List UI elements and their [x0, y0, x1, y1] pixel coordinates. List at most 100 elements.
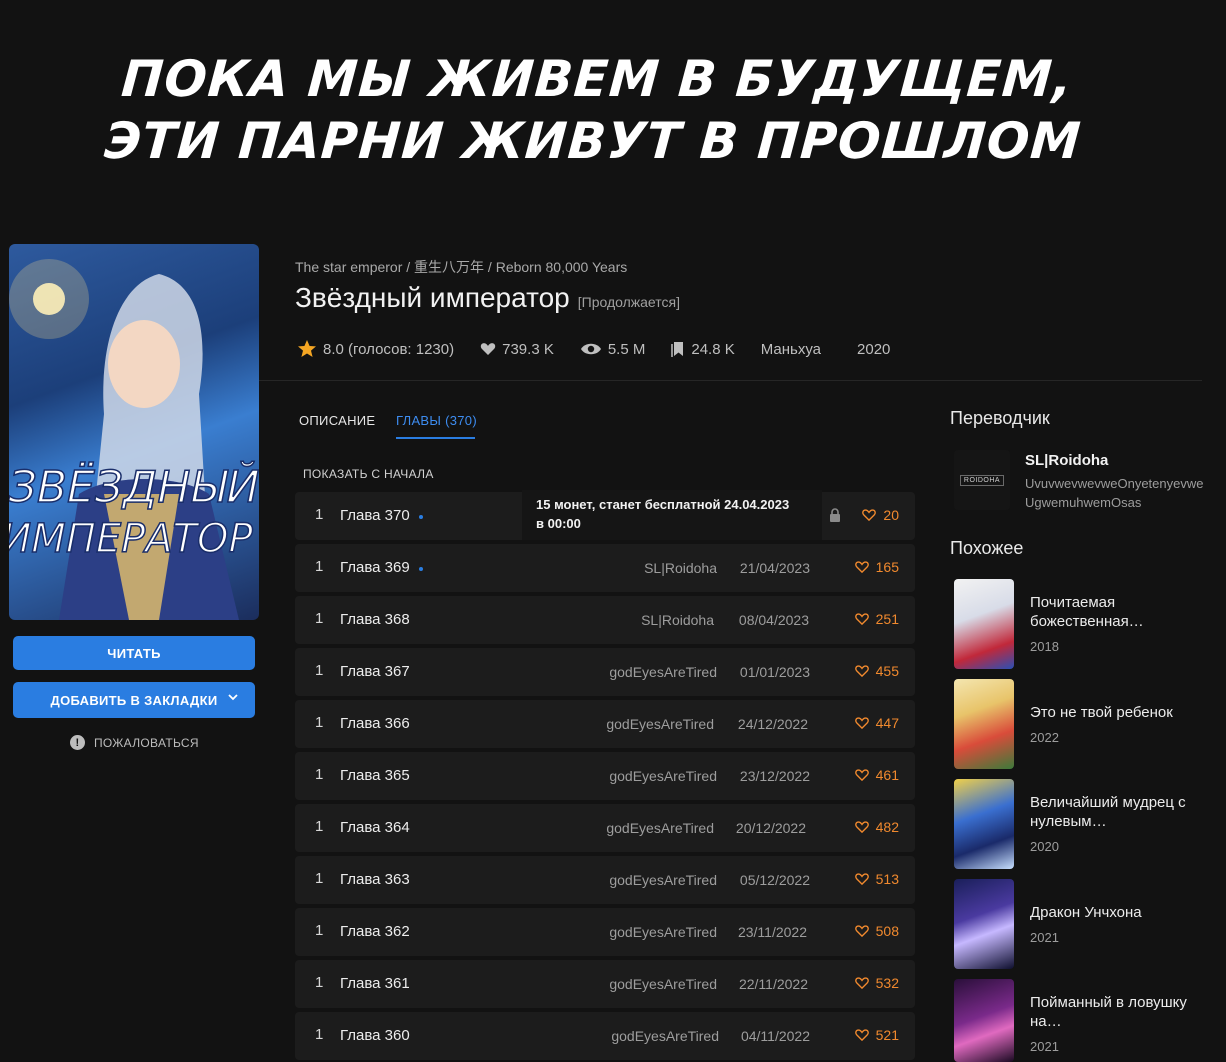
heart-outline-icon	[854, 1029, 869, 1041]
chapter-volume: 1	[315, 1026, 324, 1043]
chapter-date: 08/04/2023	[738, 612, 809, 628]
heart-outline-icon	[862, 509, 877, 521]
cover-title-line-2: ИМПЕРАТОР	[9, 516, 254, 562]
chapter-row[interactable]: 1 Глава 369 SL|Roidoha 21/04/2023 165	[295, 544, 915, 592]
chapter-like-button[interactable]: 447	[854, 715, 899, 731]
type-stat[interactable]: Маньхуа	[761, 341, 821, 358]
chapter-volume: 1	[315, 610, 324, 627]
chapter-like-button[interactable]: 251	[854, 611, 899, 627]
similar-item[interactable]: Почитаемая божественная… 2018	[954, 579, 1204, 669]
chapter-uploader[interactable]: godEyesAreTired	[609, 768, 717, 784]
chapter-list: 1 Глава 370 15 монет, станет бесплатной …	[295, 490, 915, 1062]
chapter-like-button[interactable]: 461	[854, 767, 899, 783]
chapter-uploader[interactable]: godEyesAreTired	[609, 664, 717, 680]
chapter-like-button[interactable]: 532	[854, 975, 899, 991]
chapter-row[interactable]: 1 Глава 364 godEyesAreTired 20/12/2022 4…	[295, 804, 915, 852]
chapter-like-count: 165	[875, 559, 899, 575]
similar-title: Это не твой ребенок	[1030, 704, 1173, 721]
tab-description[interactable]: ОПИСАНИЕ	[299, 413, 375, 428]
chapter-like-count: 482	[875, 819, 899, 835]
heart-outline-icon	[854, 769, 869, 781]
report-label: ПОЖАЛОВАТЬСЯ	[94, 735, 199, 750]
similar-item[interactable]: Это не твой ребенок 2022	[954, 679, 1204, 769]
chapter-uploader[interactable]: godEyesAreTired	[606, 820, 714, 836]
heart-outline-icon	[854, 717, 869, 729]
chapter-date: 04/11/2022	[740, 1028, 810, 1044]
show-from-start-button[interactable]: ПОКАЗАТЬ С НАЧАЛА	[303, 467, 434, 481]
chapter-uploader[interactable]: godEyesAreTired	[611, 1028, 719, 1044]
new-indicator	[419, 515, 423, 519]
chapter-like-button[interactable]: 455	[854, 663, 899, 679]
chapter-name: Глава 370	[340, 507, 410, 524]
likes-stat[interactable]: 739.3 K	[480, 341, 554, 358]
similar-year: 2021	[1030, 1039, 1059, 1054]
read-button-label: ЧИТАТЬ	[107, 645, 161, 661]
chapter-uploader[interactable]: godEyesAreTired	[606, 716, 714, 732]
heart-outline-icon	[854, 561, 869, 573]
chapter-row[interactable]: 1 Глава 361 godEyesAreTired 22/11/2022 5…	[295, 960, 915, 1008]
similar-item[interactable]: Дракон Унчхона 2021	[954, 879, 1204, 969]
similar-title: Величайший мудрец с нулевым…	[1030, 794, 1186, 830]
chapter-row[interactable]: 1 Глава 370 15 монет, станет бесплатной …	[295, 490, 915, 540]
new-indicator	[419, 567, 423, 571]
chapter-volume: 1	[315, 714, 324, 731]
chapter-volume: 1	[315, 922, 324, 939]
report-link[interactable]: ! ПОЖАЛОВАТЬСЯ	[70, 735, 199, 750]
chapter-volume: 1	[315, 818, 324, 835]
rating[interactable]: 8.0 (голосов: 1230)	[297, 339, 454, 359]
chapter-uploader[interactable]: godEyesAreTired	[609, 924, 717, 940]
chapter-row[interactable]: 1 Глава 366 godEyesAreTired 24/12/2022 4…	[295, 700, 915, 748]
chapter-like-button[interactable]: 165	[854, 559, 899, 575]
chapter-like-button[interactable]: 513	[854, 871, 899, 887]
chapter-uploader[interactable]: godEyesAreTired	[609, 976, 717, 992]
chapter-name: Глава 366	[340, 715, 410, 732]
chapter-row[interactable]: 1 Глава 362 godEyesAreTired 23/11/2022 5…	[295, 908, 915, 956]
rating-value: 8.0 (голосов: 1230)	[323, 340, 455, 358]
active-tab-indicator	[396, 437, 475, 439]
chapter-name: Глава 362	[340, 923, 410, 940]
chapter-uploader[interactable]: SL|Roidoha	[644, 560, 717, 576]
chapter-like-count: 461	[875, 767, 899, 783]
add-bookmark-button[interactable]: ДОБАВИТЬ В ЗАКЛАДКИ	[13, 682, 255, 718]
similar-item[interactable]: Величайший мудрец с нулевым… 2020	[954, 779, 1204, 869]
paid-notice-line-1: 15 монет, станет бесплатной 24.04.2023	[536, 497, 790, 512]
chapter-date: 23/12/2022	[739, 768, 810, 784]
translator-name[interactable]: SL|Roidoha	[1025, 452, 1108, 469]
chapter-name: Глава 361	[340, 975, 410, 992]
chapter-like-count: 521	[875, 1027, 899, 1043]
chapter-like-button[interactable]: 521	[854, 1027, 899, 1043]
chapter-name: Глава 364	[340, 819, 410, 836]
translator-logo-text: ROIDOHA	[959, 474, 1005, 486]
chapter-row[interactable]: 1 Глава 367 godEyesAreTired 01/01/2023 4…	[295, 648, 915, 696]
chapter-row[interactable]: 1 Глава 360 godEyesAreTired 04/11/2022 5…	[295, 1012, 915, 1060]
heart-outline-icon	[854, 873, 869, 885]
chapter-like-button[interactable]: 508	[854, 923, 899, 939]
year-stat[interactable]: 2020	[857, 341, 890, 358]
meme-caption: ПОКА МЫ ЖИВЕМ В БУДУЩЕМ, ЭТИ ПАРНИ ЖИВУТ…	[0, 48, 1194, 172]
type-label: Маньхуа	[760, 340, 822, 358]
similar-item[interactable]: Пойманный в ловушку на… 2021	[954, 979, 1204, 1062]
translator-avatar[interactable]: ROIDOHA	[954, 450, 1010, 510]
similar-year: 2018	[1030, 639, 1059, 654]
cover-image: ЗВЁЗДНЫЙ ИМПЕРАТОР	[9, 244, 259, 620]
status-badge: [Продолжается]	[577, 294, 680, 310]
chapter-like-count: 251	[875, 611, 899, 627]
chapter-row[interactable]: 1 Глава 365 godEyesAreTired 23/12/2022 4…	[295, 752, 915, 800]
chapter-like-button[interactable]: 482	[854, 819, 899, 835]
caption-line-2: ЭТИ ПАРНИ ЖИВУТ В ПРОШЛОМ	[102, 112, 1084, 170]
chapter-like-count: 447	[875, 715, 899, 731]
read-button[interactable]: ЧИТАТЬ	[13, 636, 255, 670]
chapter-row[interactable]: 1 Глава 368 SL|Roidoha 08/04/2023 251	[295, 596, 915, 644]
heart-icon	[480, 343, 496, 355]
chapter-uploader[interactable]: godEyesAreTired	[609, 872, 717, 888]
similar-cover	[954, 879, 1014, 969]
tab-chapters[interactable]: ГЛАВЫ (370)	[396, 413, 477, 428]
chapter-date: 05/12/2022	[739, 872, 810, 888]
chapter-row[interactable]: 1 Глава 363 godEyesAreTired 05/12/2022 5…	[295, 856, 915, 904]
chapter-volume: 1	[315, 506, 324, 523]
chapter-uploader[interactable]: SL|Roidoha	[641, 612, 714, 628]
heart-outline-icon	[854, 821, 869, 833]
chapter-like-button[interactable]: 20	[862, 507, 899, 523]
chevron-down-icon[interactable]	[227, 691, 239, 703]
alert-icon: !	[70, 735, 85, 750]
